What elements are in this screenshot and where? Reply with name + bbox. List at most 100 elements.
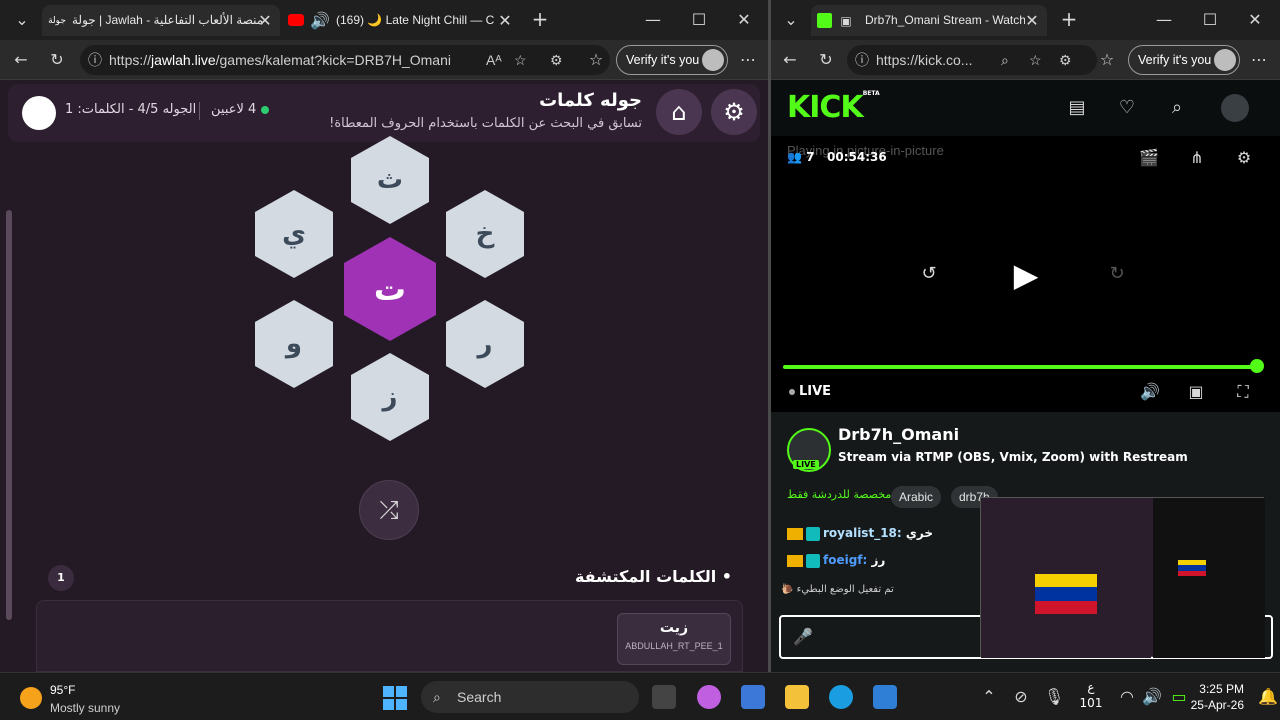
shuffle-button[interactable]: ⤮ [359, 480, 419, 540]
chat-username[interactable]: foeigf: [823, 553, 867, 567]
speaker-icon[interactable]: 🔊 [310, 11, 330, 31]
info-icon[interactable]: ⓘ [855, 45, 869, 75]
close-icon[interactable]: ✕ [256, 11, 274, 31]
taskbar-search[interactable]: ⌕ Search [421, 681, 639, 713]
user-avatar[interactable] [1221, 94, 1249, 122]
home-icon[interactable]: ⌂ [656, 89, 702, 135]
volume-icon[interactable]: 🔊 [1139, 382, 1161, 402]
zoom-icon[interactable]: ⌕ [1001, 45, 1009, 75]
venezuela-flag-small-icon [1178, 560, 1206, 576]
new-tab-icon[interactable]: + [1059, 9, 1079, 29]
chat-icon[interactable] [22, 96, 56, 130]
input-language[interactable]: ع 101 [1078, 679, 1104, 711]
tab-list-icon[interactable]: ⌄ [781, 10, 801, 30]
windows-start-icon[interactable] [383, 686, 407, 710]
share-icon[interactable]: ⋔ [1187, 148, 1207, 168]
player-settings-icon[interactable]: ⚙ [1234, 148, 1254, 168]
battery-icon[interactable]: ▭ [1168, 687, 1190, 707]
close-window-icon[interactable]: ✕ [735, 10, 753, 30]
store-icon[interactable] [741, 685, 765, 709]
chat-username[interactable]: royalist_18: [823, 526, 902, 540]
network-off-icon[interactable]: ⊘ [1012, 687, 1030, 707]
favorite-star-icon[interactable]: ☆ [514, 45, 527, 75]
channel-name[interactable]: Drb7h_Omani [838, 425, 959, 444]
minimize-icon[interactable]: — [644, 10, 662, 30]
minimize-icon[interactable]: — [1155, 10, 1173, 30]
fullscreen-icon[interactable]: ⛶ [1232, 382, 1254, 402]
url-domain: jawlah.live [151, 52, 216, 68]
read-aloud-icon[interactable]: Aᴬ [486, 45, 502, 75]
clock-date: 25-Apr-26 [1190, 698, 1244, 712]
tab-title: جولة | Jawlah - منصة الألعاب التفاعلية [72, 13, 262, 27]
wifi-icon[interactable]: ◠ [1118, 687, 1136, 707]
favorite-star-icon[interactable]: ☆ [1029, 45, 1042, 75]
tab-list-icon[interactable]: ⌄ [12, 10, 32, 30]
clock[interactable]: 3:25 PM 25-Apr-26 [1191, 681, 1244, 713]
tab-kick[interactable]: ▣ Drb7h_Omani Stream - Watch ✕ [811, 5, 1047, 36]
scrollbar[interactable] [6, 210, 12, 620]
favorites-icon[interactable]: ☆ [1097, 50, 1117, 70]
following-icon[interactable]: ▤ [1067, 98, 1087, 118]
window-preview-thumbnail[interactable] [980, 497, 1265, 658]
url-field[interactable]: ⓘ https://kick.co... ⌕ ☆ ⚙ [847, 45, 1097, 75]
venezuela-flag-icon [1035, 574, 1097, 614]
notification-bell-icon[interactable]: 🔔 [1258, 687, 1278, 707]
refresh-icon[interactable]: ↻ [815, 50, 837, 70]
file-explorer-icon[interactable] [785, 685, 809, 709]
tag-arabic[interactable]: Arabic [891, 486, 942, 508]
letter-hex-top-left[interactable]: ي [255, 190, 333, 278]
tab-youtube[interactable]: 🔊 (169) 🌙 Late Night Chill — C ✕ [284, 5, 518, 36]
kick-browser-window: ⌄ ▣ Drb7h_Omani Stream - Watch ✕ + — ☐ ✕… [771, 0, 1280, 672]
task-view-icon[interactable] [652, 685, 676, 709]
heart-icon[interactable]: ♡ [1117, 98, 1137, 118]
verify-button[interactable]: Verify it's you [616, 45, 728, 75]
refresh-icon[interactable]: ↻ [46, 50, 68, 70]
more-icon[interactable]: ⋯ [738, 50, 758, 70]
clip-icon[interactable]: 🎬 [1139, 148, 1159, 168]
extension-icon[interactable]: ⚙ [1059, 45, 1072, 75]
play-icon[interactable]: ▶ [1009, 258, 1043, 292]
chevron-up-icon[interactable]: ⌃ [980, 687, 998, 707]
close-icon[interactable]: ✕ [496, 11, 514, 31]
letter-hex-center[interactable]: ت [344, 237, 436, 341]
letter-hex-bottom[interactable]: ز [351, 353, 429, 441]
volume-icon[interactable]: 🔊 [1142, 687, 1162, 707]
kick-logo[interactable]: KICKBETA [787, 90, 880, 125]
maximize-icon[interactable]: ☐ [690, 10, 708, 30]
outlook-icon[interactable] [873, 685, 897, 709]
back-icon[interactable]: ← [779, 50, 801, 70]
forward-10-icon[interactable]: ↻ [1105, 264, 1129, 284]
url-field[interactable]: ⓘ https://jawlah.live/games/kalemat?kick… [80, 45, 610, 75]
stream-title: Stream via RTMP (OBS, Vmix, Zoom) with R… [838, 450, 1188, 464]
stream-category[interactable]: مخصصة للدردشة فقط [787, 488, 891, 501]
maximize-icon[interactable]: ☐ [1201, 10, 1219, 30]
letter-hex-top-right[interactable]: خ [446, 190, 524, 278]
copilot-icon[interactable] [697, 685, 721, 709]
video-player[interactable]: Playing in picture-in-picture 👥 7 00:54:… [771, 136, 1280, 412]
theater-mode-icon[interactable]: ▣ [1185, 382, 1207, 402]
tab-jawlah[interactable]: جولة جولة | Jawlah - منصة الألعاب التفاع… [42, 5, 280, 36]
edge-icon[interactable] [829, 685, 853, 709]
verify-button[interactable]: Verify it's you [1128, 45, 1240, 75]
viewers-icon: 👥 [787, 150, 802, 164]
subscriber-badge-icon [806, 526, 820, 541]
letter-hex-bottom-right[interactable]: ر [446, 300, 524, 388]
letter-hex-top[interactable]: ث [351, 136, 429, 224]
search-icon[interactable]: ⌕ [1167, 98, 1187, 118]
close-icon[interactable]: ✕ [1023, 11, 1041, 31]
info-icon[interactable]: ⓘ [88, 45, 102, 75]
microphone-icon[interactable]: 🎤 [793, 627, 813, 647]
extension-icon[interactable]: ⚙ [550, 45, 563, 75]
favorites-icon[interactable]: ☆ [586, 50, 606, 70]
letter-hex-bottom-left[interactable]: و [255, 300, 333, 388]
rewind-30-icon[interactable]: ↺ [917, 264, 941, 284]
url-path: /games/kalemat?kick=DRB7H_Omani [215, 52, 451, 68]
close-window-icon[interactable]: ✕ [1246, 10, 1264, 30]
settings-icon[interactable]: ⚙ [711, 89, 757, 135]
more-icon[interactable]: ⋯ [1249, 50, 1269, 70]
new-tab-icon[interactable]: + [530, 9, 550, 29]
microphone-icon[interactable]: 🎙 [1044, 687, 1064, 707]
back-icon[interactable]: ← [10, 50, 32, 70]
progress-handle[interactable] [1250, 359, 1264, 373]
progress-bar[interactable] [783, 365, 1257, 369]
